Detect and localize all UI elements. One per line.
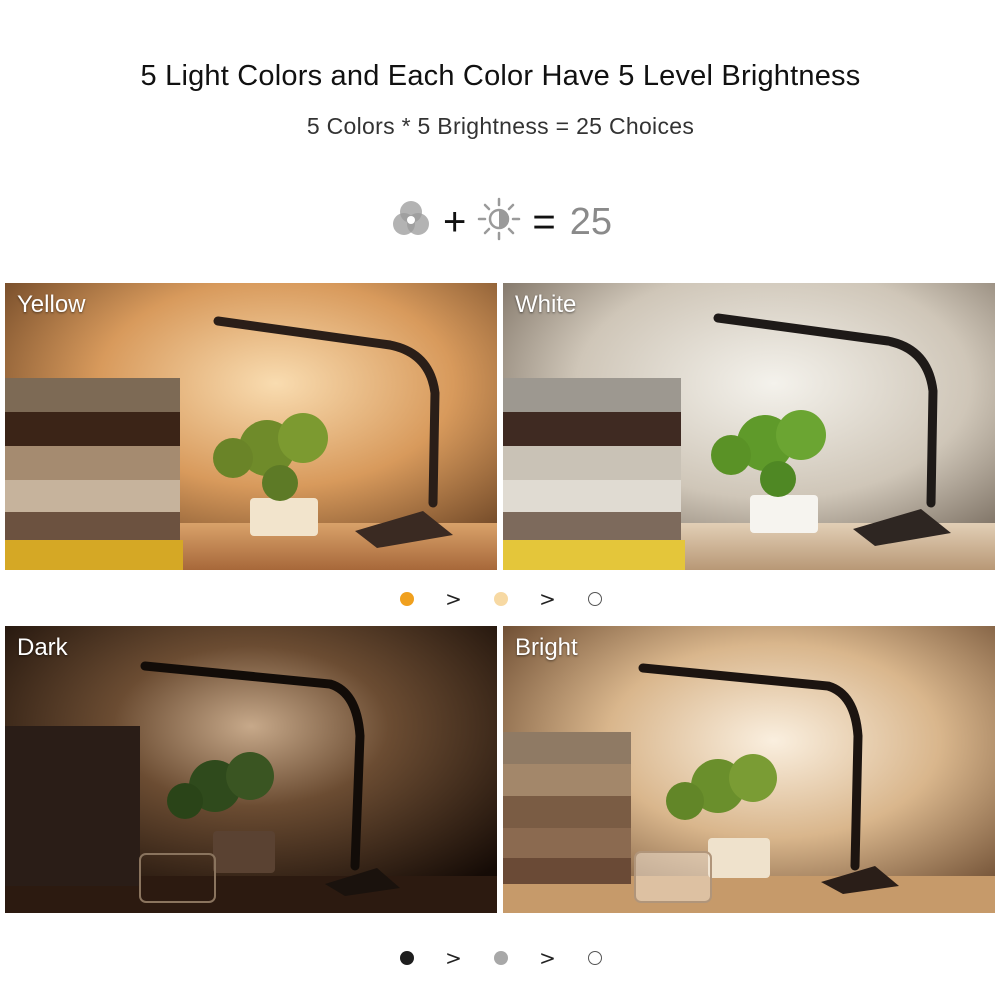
label-yellow: Yellow [17, 291, 86, 318]
choices-count: 25 [569, 200, 612, 243]
color-scale: > > [0, 587, 1001, 611]
scale-arrow: > [539, 946, 556, 970]
equals-sign: = [532, 199, 556, 244]
sun-brightness-icon [476, 196, 522, 247]
brightness-dot-low [399, 951, 414, 965]
brightness-scale: > > [0, 946, 1001, 970]
plus-sign: + [443, 199, 467, 244]
choices-equation: + = 25 [0, 196, 1001, 247]
photo-dark-brightness: Dark [5, 626, 497, 913]
scale-arrow: > [539, 587, 556, 611]
scale-arrow: > [445, 946, 462, 970]
photo-white-light: White [503, 283, 995, 570]
photo-yellow-light: Yellow [5, 283, 497, 570]
color-wheel-icon [389, 197, 433, 246]
label-white: White [515, 291, 577, 318]
color-dot-cool [587, 592, 602, 606]
brightness-dot-high [587, 951, 602, 965]
color-dot-neutral [493, 592, 508, 606]
page-subtitle: 5 Colors * 5 Brightness = 25 Choices [306, 113, 695, 139]
page-title: 5 Light Colors and Each Color Have 5 Lev… [140, 60, 861, 92]
color-dot-warm [399, 592, 414, 606]
label-dark: Dark [17, 634, 68, 661]
brightness-dot-mid [493, 951, 508, 965]
scale-arrow: > [445, 587, 462, 611]
label-bright: Bright [515, 634, 578, 661]
photo-bright-brightness: Bright [503, 626, 995, 913]
